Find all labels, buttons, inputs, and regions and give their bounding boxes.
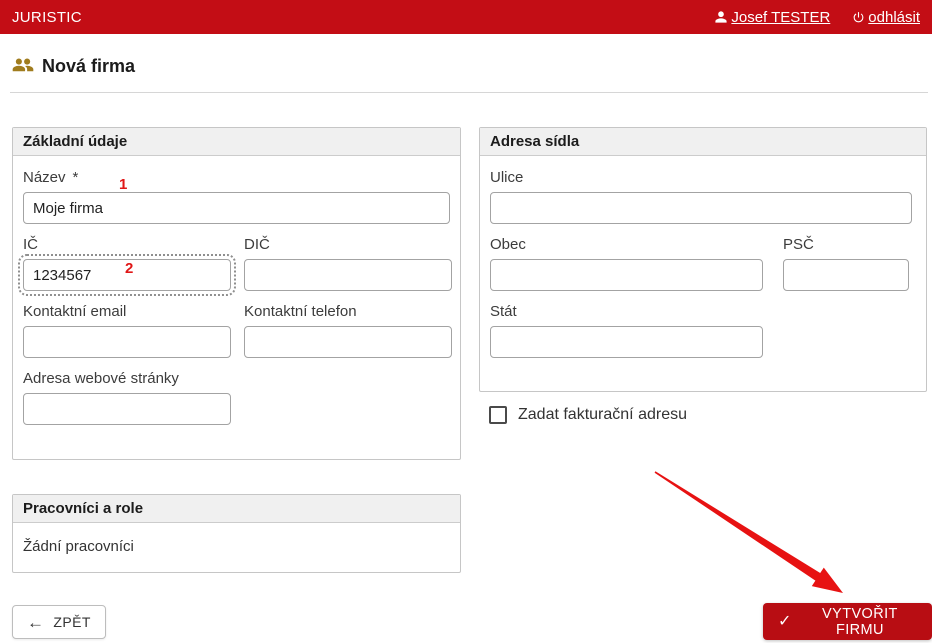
address-panel: Adresa sídla Ulice Obec PSČ Stát xyxy=(479,127,927,392)
basic-data-panel-title: Základní údaje xyxy=(23,133,128,150)
user-name: Josef TESTER xyxy=(731,8,831,26)
title-divider xyxy=(10,92,928,93)
field-ulice: Ulice xyxy=(490,169,912,224)
nazev-label: Název * xyxy=(23,169,79,186)
field-stat: Stát xyxy=(490,303,763,358)
power-icon xyxy=(852,11,865,24)
workers-panel-body: Žádní pracovníci xyxy=(13,523,460,569)
workers-panel: Pracovníci a role Žádní pracovníci xyxy=(12,494,461,573)
address-panel-title: Adresa sídla xyxy=(490,133,580,150)
email-input[interactable] xyxy=(23,326,231,358)
back-button-label: ZPĚT xyxy=(53,614,91,630)
create-company-button-label: VYTVOŘIT FIRMU xyxy=(822,605,898,638)
workers-panel-title: Pracovníci a role xyxy=(23,500,144,517)
arrow-left-icon: ← xyxy=(27,612,45,632)
field-ic: IČ xyxy=(18,236,236,296)
user-link[interactable]: Josef TESTER xyxy=(714,9,830,26)
person-icon xyxy=(714,10,728,24)
ulice-input[interactable] xyxy=(490,192,912,224)
obec-label: Obec xyxy=(490,236,526,253)
psc-input[interactable] xyxy=(783,259,909,291)
field-telefon: Kontaktní telefon xyxy=(244,303,452,358)
field-obec: Obec xyxy=(490,236,763,291)
dic-input[interactable] xyxy=(244,259,452,291)
basic-data-panel-body: Název* IČ DIČ Kontaktní email Kontaktní … xyxy=(13,156,460,439)
workers-panel-header: Pracovníci a role xyxy=(13,495,460,523)
top-bar: JURISTIC Josef TESTER odhlásit xyxy=(0,0,932,34)
psc-label: PSČ xyxy=(783,236,814,253)
ulice-label: Ulice xyxy=(490,169,524,186)
ic-input[interactable] xyxy=(18,254,236,296)
field-nazev: Název * xyxy=(23,169,450,224)
email-label: Kontaktní email xyxy=(23,303,127,320)
top-bar-right: Josef TESTER odhlásit xyxy=(714,9,920,26)
nazev-input[interactable] xyxy=(23,192,450,224)
dic-label: DIČ xyxy=(244,236,270,253)
basic-data-panel-header: Základní údaje xyxy=(13,128,460,156)
create-company-button[interactable]: ✓ VYTVOŘIT FIRMU xyxy=(763,603,932,640)
address-panel-header: Adresa sídla xyxy=(480,128,926,156)
billing-address-checkbox-label: Zadat fakturační adresu xyxy=(518,406,687,423)
back-button[interactable]: ← ZPĚT xyxy=(12,605,106,639)
basic-data-panel: Základní údaje Název* IČ DIČ Kontaktní e… xyxy=(12,127,461,460)
billing-address-checkbox[interactable] xyxy=(489,406,507,424)
field-dic: DIČ xyxy=(244,236,452,291)
check-icon: ✓ xyxy=(778,612,792,630)
ic-label: IČ xyxy=(23,236,38,253)
stat-input[interactable] xyxy=(490,326,763,358)
logout-label: odhlásit xyxy=(868,8,920,26)
field-web: Adresa webové stránky xyxy=(23,370,231,425)
telefon-input[interactable] xyxy=(244,326,452,358)
billing-address-checkbox-row[interactable]: Zadat fakturační adresu xyxy=(489,406,687,424)
web-input[interactable] xyxy=(23,393,231,425)
logout-link[interactable]: odhlásit xyxy=(852,9,920,26)
address-panel-body: Ulice Obec PSČ Stát xyxy=(480,156,926,372)
app-brand: JURISTIC xyxy=(12,8,82,26)
stat-label: Stát xyxy=(490,303,517,320)
obec-input[interactable] xyxy=(490,259,763,291)
page-title: Nová firma xyxy=(42,56,136,76)
telefon-label: Kontaktní telefon xyxy=(244,303,357,320)
field-email: Kontaktní email xyxy=(23,303,231,358)
page-title-bar: Nová firma xyxy=(12,56,135,77)
annotation-arrow xyxy=(654,471,843,593)
required-asterisk: * xyxy=(72,169,79,186)
people-icon xyxy=(12,57,34,77)
workers-empty-text: Žádní pracovníci xyxy=(23,538,134,555)
field-psc: PSČ xyxy=(783,236,909,291)
web-label: Adresa webové stránky xyxy=(23,370,179,387)
